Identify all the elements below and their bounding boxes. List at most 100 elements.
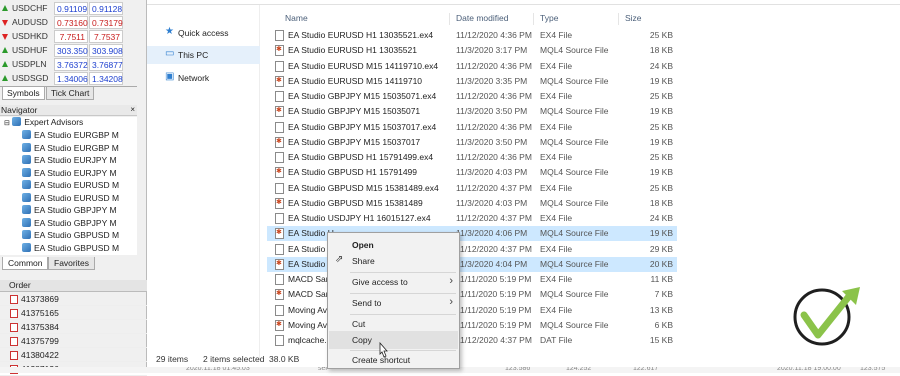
- menu-item-label: Give access to: [352, 277, 408, 287]
- file-date: 11/3/2020 4:06 PM: [456, 228, 528, 239]
- navigator-ea-item[interactable]: EA Studio GBPUSD M: [22, 230, 119, 243]
- close-icon[interactable]: ×: [130, 105, 135, 114]
- market-watch-row[interactable]: USDSGD 1.34006 1.34208: [0, 72, 137, 85]
- ask-price: 1.34208: [89, 72, 123, 85]
- navigator-ea-item[interactable]: EA Studio EURGBP M: [22, 130, 119, 143]
- file-date: 11/12/2020 4:36 PM: [456, 91, 532, 101]
- navigator-ea-item[interactable]: EA Studio EURJPY M: [22, 167, 117, 181]
- file-row[interactable]: EA Studio GBPJPY M15 15037017 11/3/2020 3…: [267, 135, 677, 150]
- file-date: 11/12/2020 4:36 PM: [456, 60, 532, 71]
- ex4-file-icon: [275, 182, 284, 194]
- market-watch-row[interactable]: USDPLN 3.76372 3.76877: [0, 58, 137, 71]
- column-header-type[interactable]: Type: [540, 13, 558, 23]
- ea-label: EA Studio GBPJPY M: [34, 217, 117, 228]
- arrow-down-icon: [2, 20, 8, 26]
- file-row[interactable]: EA Studio GBPJPY M15 15035071 11/3/2020 3…: [267, 104, 677, 119]
- market-watch-row[interactable]: USDHKD 7.7511 7.7537: [0, 30, 137, 43]
- file-row[interactable]: EA Studio EURUSD H1 13035521 11/3/2020 3:…: [267, 43, 677, 58]
- navigator-ea-item[interactable]: EA Studio EURUSD M: [22, 192, 119, 206]
- item-count: 29 items: [156, 354, 189, 364]
- menu-item-share[interactable]: ⇗ Share: [329, 252, 458, 270]
- terminal-cell: 2020.11.18 01:45:03: [186, 367, 250, 372]
- file-row[interactable]: EA Studio GBPJPY M15 15037017.ex4 11/12/2…: [267, 120, 677, 135]
- symbol-name: USDHUF: [12, 45, 48, 55]
- file-row[interactable]: EA Studio GBPJPY M15 15035071.ex4 11/12/2…: [267, 89, 677, 104]
- navigator-ea-item[interactable]: EA Studio EURGBP M: [22, 142, 119, 156]
- menu-item-copy[interactable]: Copy: [329, 331, 458, 349]
- mql4-file-icon: [275, 45, 284, 57]
- order-row[interactable]: 41375799: [0, 334, 147, 348]
- file-type: MQL4 Source File: [540, 75, 609, 86]
- bid-price: 303.350: [54, 44, 88, 57]
- order-row[interactable]: 41375384: [0, 320, 147, 334]
- column-divider[interactable]: [533, 13, 534, 25]
- file-type: EX4 File: [540, 182, 573, 193]
- menu-item-send-to[interactable]: Send to ›: [329, 294, 458, 312]
- column-header-size[interactable]: Size: [625, 13, 642, 23]
- file-name: Moving Av: [288, 319, 328, 330]
- terminal-cell: 123.586: [505, 367, 531, 372]
- nav-quick-access[interactable]: ★ Quick access: [147, 24, 260, 42]
- market-watch-row[interactable]: AUDUSD 0.73160 0.73179: [0, 16, 137, 29]
- orders-header[interactable]: Order: [0, 280, 147, 292]
- navigator-title: Navigator: [1, 105, 38, 115]
- menu-item-create-shortcut[interactable]: Create shortcut: [329, 351, 458, 369]
- column-header-name[interactable]: Name: [285, 13, 308, 23]
- nav-network[interactable]: ▣ Network: [147, 69, 260, 87]
- file-explorer-window: ★ Quick access ▭ This PC ▣ Network Name …: [147, 0, 900, 373]
- order-row[interactable]: 41373869: [0, 292, 147, 306]
- file-row[interactable]: EA Studio GBPUSD M15 15381489 11/3/2020 4…: [267, 196, 677, 211]
- file-date: 11/3/2020 4:03 PM: [456, 167, 528, 178]
- order-row[interactable]: 41380422: [0, 348, 147, 362]
- file-size: 6 KB: [654, 319, 673, 330]
- expert-advisor-icon: [22, 155, 31, 164]
- file-name: EA Studio EURUSD M15 14119710: [288, 75, 423, 86]
- tab-favorites[interactable]: Favorites: [48, 257, 95, 270]
- ea-label: EA Studio EURJPY M: [34, 155, 117, 165]
- file-type: EX4 File: [540, 304, 573, 315]
- market-watch-row[interactable]: USDHUF 303.350 303.908: [0, 44, 137, 57]
- file-row[interactable]: EA Studio USDJPY H1 16015127.ex4 11/12/20…: [267, 211, 677, 226]
- mql4-file-icon: [275, 167, 284, 179]
- file-row[interactable]: EA Studio GBPUSD M15 15381489.ex4 11/12/2…: [267, 181, 677, 196]
- column-header-date[interactable]: Date modified: [456, 13, 508, 23]
- collapse-icon[interactable]: ⊟: [4, 120, 10, 127]
- file-size: 18 KB: [649, 45, 673, 56]
- navigator-ea-item[interactable]: EA Studio EURJPY M: [22, 155, 117, 168]
- menu-item-label: Send to: [352, 298, 382, 308]
- bid-price: 0.91109: [54, 2, 88, 15]
- expert-advisor-icon: [22, 242, 31, 252]
- tab-symbols[interactable]: Symbols: [2, 87, 45, 100]
- expert-advisors-icon: [12, 117, 22, 126]
- navigator-ea-item[interactable]: EA Studio GBPJPY M: [22, 217, 117, 231]
- file-date: 11/11/2020 5:19 PM: [456, 319, 532, 330]
- tree-node-expert-advisors[interactable]: ⊟ Expert Advisors: [4, 117, 83, 130]
- ask-price: 7.7537: [89, 30, 123, 43]
- file-row[interactable]: EA Studio EURUSD M15 14119710 11/3/2020 3…: [267, 74, 677, 89]
- nav-this-pc[interactable]: ▭ This PC: [147, 46, 260, 64]
- tab-common[interactable]: Common: [2, 257, 49, 270]
- file-row[interactable]: EA Studio EURUSD M15 14119710.ex4 11/12/2…: [267, 59, 677, 74]
- column-divider[interactable]: [618, 13, 619, 25]
- menu-item-give-access[interactable]: Give access to ›: [329, 273, 458, 291]
- column-divider[interactable]: [449, 13, 450, 25]
- order-row[interactable]: 41375165: [0, 306, 147, 320]
- navigator-ea-item[interactable]: EA Studio GBPUSD M: [22, 242, 119, 256]
- file-date: 11/3/2020 3:50 PM: [456, 136, 528, 147]
- navigator-ea-item[interactable]: EA Studio GBPJPY M: [22, 205, 117, 218]
- file-row[interactable]: EA Studio GBPUSD H1 15791499 11/3/2020 4:…: [267, 165, 677, 180]
- file-row[interactable]: EA Studio GBPUSD H1 15791499.ex4 11/12/20…: [267, 150, 677, 165]
- nav-label: This PC: [178, 50, 209, 60]
- ea-label: EA Studio EURGBP M: [34, 142, 119, 153]
- file-type: MQL4 Source File: [540, 319, 609, 330]
- computer-icon: ▭: [165, 48, 175, 59]
- ex4-file-icon: [275, 152, 284, 163]
- file-name: EA Studio USDJPY H1 16015127.ex4: [288, 213, 431, 223]
- file-name: EA Studio GBPUSD M15 15381489: [288, 197, 423, 208]
- file-row[interactable]: EA Studio EURUSD H1 13035521.ex4 11/12/20…: [267, 28, 677, 43]
- market-watch-row[interactable]: USDCHF 0.91109 0.91128: [0, 2, 137, 15]
- file-date: 11/12/2020 4:36 PM: [456, 30, 532, 40]
- navigator-ea-item[interactable]: EA Studio EURUSD M: [22, 180, 119, 193]
- file-name: EA Studio GBPJPY M15 15035071.ex4: [288, 91, 437, 101]
- tab-tick-chart[interactable]: Tick Chart: [46, 87, 95, 100]
